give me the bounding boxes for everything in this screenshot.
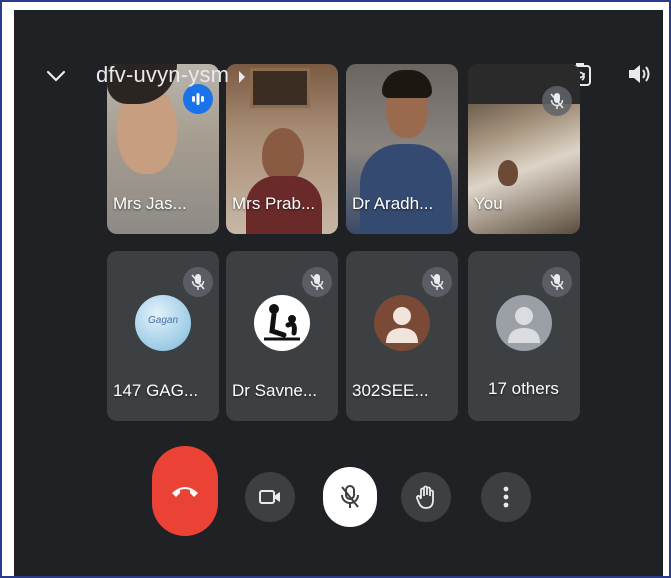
raise-hand-button[interactable] — [401, 472, 451, 522]
participant-name: Dr Savne... — [232, 381, 318, 400]
participant-name: Dr Aradh... — [352, 194, 434, 213]
end-call-button[interactable] — [152, 446, 218, 536]
participant-tile[interactable]: Gagan 147 GAG... — [107, 251, 219, 421]
audio-level-icon — [192, 93, 204, 105]
participant-name: 302SEE... — [352, 381, 429, 400]
more-vert-icon — [503, 486, 509, 508]
chevron-down-icon[interactable] — [44, 64, 68, 88]
yoga-figure-icon — [264, 304, 300, 341]
person-icon — [386, 307, 418, 343]
screenshot-frame: dfv-uvyn-ysm Mrs Jas... Mrs Prab... Dr A… — [0, 0, 671, 578]
avatar — [496, 295, 552, 351]
camera-toggle-button[interactable] — [245, 472, 295, 522]
mic-off-icon — [191, 274, 205, 290]
mic-muted-badge — [183, 267, 213, 297]
participant-tile-self[interactable]: You — [468, 64, 580, 234]
mic-off-icon — [550, 274, 564, 290]
end-call-icon — [172, 487, 198, 497]
mic-muted-badge — [422, 267, 452, 297]
speaker-icon[interactable] — [625, 60, 653, 88]
mic-off-icon — [341, 485, 359, 508]
participant-tile[interactable]: Dr Savne... — [226, 251, 338, 421]
mic-off-icon — [550, 93, 564, 109]
mic-muted-badge — [542, 267, 572, 297]
participant-hair — [382, 70, 432, 98]
speaking-indicator — [183, 84, 213, 114]
mic-muted-badge — [302, 267, 332, 297]
avatar — [374, 295, 430, 351]
avatar: Gagan — [135, 295, 191, 351]
participant-name: Mrs Prab... — [232, 194, 316, 213]
participant-name: 147 GAG... — [113, 381, 199, 400]
more-options-button[interactable] — [481, 472, 531, 522]
participant-tile[interactable]: Dr Aradh... — [346, 64, 458, 234]
participant-face — [262, 128, 304, 182]
meeting-code[interactable]: dfv-uvyn-ysm — [96, 62, 229, 88]
participant-tile[interactable]: Mrs Prab... — [226, 64, 338, 234]
camera-off-icon — [259, 490, 280, 504]
avatar-text: Gagan — [147, 315, 179, 326]
mic-muted-badge — [542, 86, 572, 116]
mic-off-icon — [430, 274, 444, 290]
wall-frame — [250, 68, 310, 108]
participant-name: Mrs Jas... — [113, 194, 187, 213]
raise-hand-icon — [416, 485, 434, 509]
mic-toggle-button[interactable] — [323, 467, 377, 527]
participant-name: You — [474, 194, 503, 213]
participant-body — [360, 144, 452, 234]
participant-tile-others[interactable]: 17 others — [468, 251, 580, 421]
participant-tile[interactable]: 302SEE... — [346, 251, 458, 421]
participant-tile[interactable]: Mrs Jas... — [107, 64, 219, 234]
meet-call-screen: dfv-uvyn-ysm Mrs Jas... Mrs Prab... Dr A… — [14, 10, 663, 576]
person-icon — [508, 307, 540, 343]
avatar — [254, 295, 310, 351]
mic-off-icon — [310, 274, 324, 290]
participant-face — [498, 160, 518, 186]
chevron-right-icon[interactable] — [237, 70, 247, 84]
participant-name: 17 others — [482, 377, 565, 401]
